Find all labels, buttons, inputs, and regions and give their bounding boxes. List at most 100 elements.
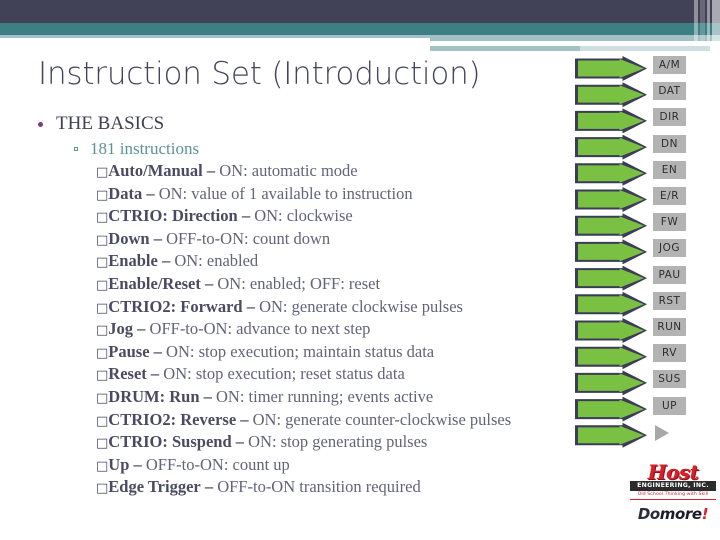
header-navy-band xyxy=(0,0,720,23)
instruction-description: ON: stop execution; maintain status data xyxy=(166,341,435,361)
green-arrow-fill xyxy=(578,190,644,209)
instruction-term: Jog xyxy=(108,319,134,339)
green-arrow-fill xyxy=(578,216,644,236)
instruction-dash: – xyxy=(146,183,155,203)
arrow-row: DN xyxy=(575,134,720,160)
bullet-level1: THE BASICS xyxy=(36,112,620,136)
instruction-item: □CTRIO2: Forward – ON: generate clockwis… xyxy=(96,297,626,320)
instruction-description: ON: timer running; events active xyxy=(216,386,434,406)
instruction-list: □Auto/Manual – ON: automatic mode □Data –… xyxy=(96,161,626,500)
slide-header-banner xyxy=(0,0,720,46)
header-stripe-1 xyxy=(694,0,698,46)
instruction-term: CTRIO: Suspend xyxy=(108,432,232,452)
instruction-description: ON: clockwise xyxy=(254,206,353,226)
instruction-term: Data xyxy=(108,183,143,203)
arrow-row: FW xyxy=(575,213,720,239)
instruction-description: ON: automatic mode xyxy=(219,161,358,180)
arrow-row xyxy=(575,422,720,448)
subband-teal-bar xyxy=(430,46,580,51)
arrow-label-badge: JOG xyxy=(653,239,686,258)
green-arrow-fill xyxy=(578,347,644,367)
green-arrow-fill xyxy=(578,85,644,105)
arrow-label-badge: DN xyxy=(653,134,686,153)
hollow-square-bullet-icon: □ xyxy=(96,481,109,497)
arrow-row: UP xyxy=(575,396,720,422)
arrow-label-badge: SUS xyxy=(653,370,686,389)
arrow-row: EN xyxy=(575,160,720,186)
bullet-level2-label: 181 instructions xyxy=(90,139,200,158)
instruction-term: Up xyxy=(108,454,130,474)
instruction-dash: – xyxy=(241,206,251,226)
green-arrow-fill xyxy=(578,268,644,288)
arrow-label-badge: FW xyxy=(653,213,686,232)
instruction-term: Enable xyxy=(108,251,158,271)
hollow-square-bullet-icon: □ xyxy=(96,323,109,339)
arrow-label-badge: E/R xyxy=(653,187,686,205)
instruction-description: ON: enabled; OFF: reset xyxy=(217,273,381,293)
instruction-term: CTRIO: Direction xyxy=(108,206,238,226)
hollow-square-bullet-icon: □ xyxy=(96,300,109,316)
logo-tagline-text: Old School Thinking with Skill xyxy=(630,491,716,500)
instruction-dash: – xyxy=(137,319,146,339)
instruction-description: OFF-to-ON: count down xyxy=(166,228,331,248)
green-arrow-fill xyxy=(578,399,644,419)
arrow-row: A/M xyxy=(575,56,720,81)
instruction-description: OFF-to-ON transition required xyxy=(217,477,421,497)
arrow-label-badge: DAT xyxy=(653,82,686,101)
hollow-square-bullet-icon: □ xyxy=(96,436,109,452)
instruction-dash: – xyxy=(206,161,216,180)
instruction-item: □Enable – ON: enabled xyxy=(96,251,626,274)
instruction-dash: – xyxy=(161,251,171,271)
instruction-arrow-column: A/M DAT DIR DN EN E/R FW JOG PAU RST RUN RV SUS UP xyxy=(575,56,720,466)
instruction-item: □CTRIO: Suspend – ON: stop generating pu… xyxy=(96,432,626,455)
arrow-label-badge: RUN xyxy=(653,318,686,336)
hollow-square-bullet-icon: □ xyxy=(96,232,109,248)
instruction-term: DRUM: Run xyxy=(108,386,200,406)
instruction-item: □Down – OFF-to-ON: count down xyxy=(96,229,626,252)
hollow-square-bullet-icon: □ xyxy=(96,187,109,203)
instruction-item: □Up – OFF-to-ON: count up xyxy=(96,455,626,478)
instruction-item: □Reset – ON: stop execution; reset statu… xyxy=(96,364,626,387)
header-stripe-4 xyxy=(712,0,720,46)
instruction-dash: – xyxy=(204,477,214,497)
hollow-square-bullet-icon: □ xyxy=(96,277,109,293)
instruction-description: ON: stop generating pulses xyxy=(248,432,428,452)
green-arrow-fill xyxy=(578,373,644,393)
instruction-term: Down xyxy=(108,228,150,248)
hollow-square-bullet-icon: □ xyxy=(96,210,109,226)
instruction-dash: – xyxy=(205,273,214,293)
hollow-square-bullet-icon: □ xyxy=(96,458,109,474)
logo-engineering-text: ENGINEERING, INC. xyxy=(630,481,716,491)
instruction-description: OFF-to-ON: advance to next step xyxy=(149,319,371,339)
green-arrow-fill xyxy=(578,111,644,131)
instruction-dash: – xyxy=(153,341,162,361)
instruction-term: Edge Trigger xyxy=(108,477,201,497)
play-triangle-icon xyxy=(655,424,669,441)
company-logo: Host ENGINEERING, INC. Old School Thinki… xyxy=(630,462,716,534)
header-stripe-3 xyxy=(707,0,710,46)
hollow-square-bullet-icon: □ xyxy=(96,413,109,429)
instruction-item: □Data – ON: value of 1 available to inst… xyxy=(96,184,626,207)
logo-more-text: more xyxy=(659,505,702,523)
arrow-row: RUN xyxy=(575,318,720,343)
instruction-item: □CTRIO: Direction – ON: clockwise xyxy=(96,206,626,229)
instruction-dash: – xyxy=(153,228,162,248)
arrow-label-badge: PAU xyxy=(653,265,686,284)
instruction-description: ON: generate counter-clockwise pulses xyxy=(252,409,512,429)
logo-bang-text: ! xyxy=(701,505,709,523)
page-title: Instruction Set (Introduction) xyxy=(38,56,481,92)
hollow-square-bullet-icon: □ xyxy=(96,255,109,271)
instruction-item: □Pause – ON: stop execution; maintain st… xyxy=(96,342,626,365)
bullet-level1-label: THE BASICS xyxy=(56,113,165,134)
bullet-level2: 181 instructions xyxy=(72,138,620,160)
hollow-square-bullet-icon: □ xyxy=(96,165,109,180)
instruction-item: □Jog – OFF-to-ON: advance to next step xyxy=(96,319,626,342)
instruction-term: Enable/Reset xyxy=(108,273,201,293)
logo-domore-text: Domore! xyxy=(630,506,716,523)
instruction-item: □Enable/Reset – ON: enabled; OFF: reset xyxy=(96,274,626,297)
slide-body: THE BASICS 181 instructions □Auto/Manual… xyxy=(0,112,620,512)
instruction-term: CTRIO2: Forward xyxy=(108,296,243,316)
arrow-row: RST xyxy=(575,291,720,317)
instruction-description: ON: value of 1 available to instruction xyxy=(158,183,413,203)
instruction-item: □Auto/Manual – ON: automatic mode xyxy=(96,161,626,184)
